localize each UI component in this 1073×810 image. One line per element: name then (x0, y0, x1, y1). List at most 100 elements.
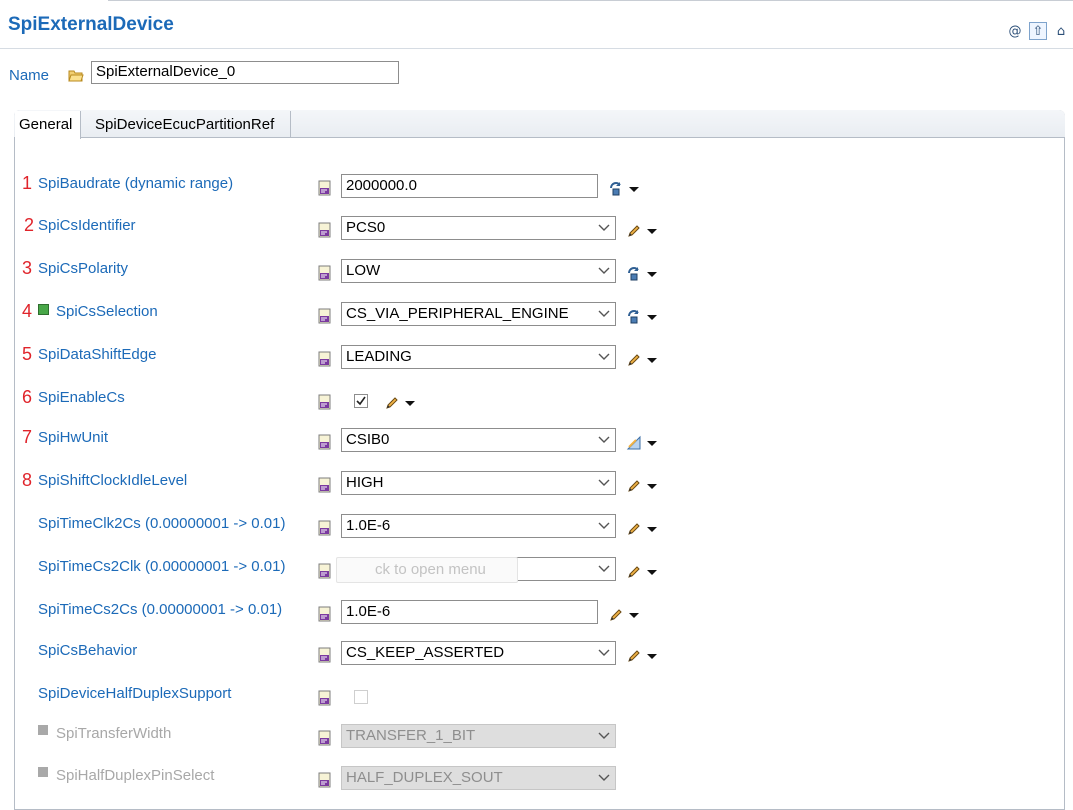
ruler-icon[interactable] (626, 435, 642, 451)
chevron-down-icon (598, 224, 610, 231)
home-icon[interactable]: ⌂ (1053, 23, 1069, 39)
row-actions[interactable] (626, 648, 657, 664)
param-label: SpiHalfDuplexPinSelect (56, 767, 215, 784)
chevron-down-icon (598, 774, 610, 781)
param-label: SpiBaudrate (dynamic range) (38, 175, 234, 192)
dropdown-arrow-icon[interactable] (647, 526, 657, 532)
chevron-down-icon (598, 732, 610, 739)
row-actions[interactable] (626, 352, 657, 368)
value-text: 1.0E-6 (346, 517, 391, 534)
half-duplex-checkbox[interactable] (354, 690, 368, 704)
parameter-type-icon (318, 520, 331, 536)
value-combo[interactable]: CS_KEEP_ASSERTED (341, 641, 616, 665)
parameter-type-icon (318, 606, 331, 622)
general-panel (14, 110, 1065, 810)
value-combo: HALF_DUPLEX_SOUT (341, 766, 616, 790)
value-input[interactable]: 2000000.0 (341, 174, 598, 198)
value-text: 2000000.0 (346, 177, 417, 194)
check-mark-icon (356, 396, 366, 406)
dropdown-arrow-icon[interactable] (647, 483, 657, 489)
pencil-icon[interactable] (626, 223, 642, 239)
row-actions[interactable] (626, 223, 657, 239)
value-combo[interactable]: CSIB0 (341, 428, 616, 452)
parameter-type-icon (318, 772, 331, 788)
dropdown-arrow-icon[interactable] (647, 228, 657, 234)
value-combo[interactable]: LEADING (341, 345, 616, 369)
value-text: CSIB0 (346, 431, 390, 448)
up-arrow-icon[interactable]: ⇧ (1029, 22, 1047, 40)
enable-checkbox[interactable] (354, 394, 368, 408)
value-combo[interactable]: 1.0E-6 (341, 514, 616, 538)
value-combo[interactable]: CS_VIA_PERIPHERAL_ENGINE (341, 302, 616, 326)
parameter-type-icon (318, 477, 331, 493)
tab-spi-device-ecuc-partition-ref[interactable]: SpiDeviceEcucPartitionRef (91, 111, 291, 138)
pencil-icon[interactable] (626, 521, 642, 537)
row-number: 1 (22, 173, 33, 193)
row-number: 8 (22, 470, 33, 490)
value-text: LEADING (346, 348, 412, 365)
calc-icon[interactable] (626, 266, 642, 282)
param-label: SpiShiftClockIdleLevel (38, 472, 188, 489)
param-label: SpiTimeClk2Cs (0.00000001 -> 0.01) (38, 515, 286, 532)
chevron-down-icon (598, 353, 610, 360)
parameter-type-icon (318, 730, 331, 746)
pencil-icon[interactable] (626, 352, 642, 368)
parameter-type-icon (318, 563, 331, 579)
name-label: Name (9, 67, 50, 84)
pencil-icon[interactable] (626, 564, 642, 580)
param-label: SpiEnableCs (38, 389, 125, 406)
row-number: 5 (22, 344, 33, 364)
dropdown-arrow-icon[interactable] (647, 314, 657, 320)
dropdown-arrow-icon[interactable] (647, 440, 657, 446)
parameter-type-icon (318, 308, 331, 324)
row-actions[interactable] (608, 607, 639, 623)
row-number: 4 (22, 301, 33, 321)
dropdown-arrow-icon[interactable] (647, 653, 657, 659)
dropdown-arrow-icon[interactable] (647, 357, 657, 363)
value-text: 1.0E-6 (346, 603, 391, 620)
row-actions[interactable] (608, 181, 639, 197)
param-label: SpiDeviceHalfDuplexSupport (38, 685, 232, 702)
dropdown-arrow-icon[interactable] (629, 612, 639, 618)
name-input[interactable]: SpiExternalDevice_0 (91, 61, 399, 84)
row-actions[interactable] (384, 395, 415, 411)
value-combo[interactable]: PCS0 (341, 216, 616, 240)
top-border-line (108, 0, 1073, 1)
param-label: SpiCsPolarity (38, 260, 129, 277)
value-text: PCS0 (346, 219, 386, 236)
param-label: SpiTransferWidth (56, 725, 172, 742)
row-actions[interactable] (626, 564, 657, 580)
tab-general[interactable]: General (15, 111, 81, 139)
dropdown-arrow-icon[interactable] (629, 186, 639, 192)
pencil-icon[interactable] (626, 648, 642, 664)
row-actions[interactable] (626, 478, 657, 494)
dropdown-arrow-icon[interactable] (647, 271, 657, 277)
row-actions[interactable] (626, 309, 657, 325)
row-actions[interactable] (626, 266, 657, 282)
chevron-down-icon (598, 522, 610, 529)
chevron-down-icon (598, 479, 610, 486)
pencil-icon[interactable] (608, 607, 624, 623)
value-text: HALF_DUPLEX_SOUT (346, 769, 503, 786)
dropdown-arrow-icon[interactable] (405, 400, 415, 406)
param-label: SpiHwUnit (38, 429, 109, 446)
parameter-type-icon (318, 180, 331, 196)
calc-icon[interactable] (626, 309, 642, 325)
value-combo[interactable]: LOW (341, 259, 616, 283)
chevron-down-icon (598, 436, 610, 443)
row-actions[interactable] (626, 521, 657, 537)
pencil-icon[interactable] (384, 395, 400, 411)
value-combo[interactable]: HIGH (341, 471, 616, 495)
parameter-type-icon (318, 265, 331, 281)
at-sign-icon[interactable]: @ (1007, 23, 1023, 39)
calc-icon[interactable] (608, 181, 624, 197)
chevron-down-icon (598, 310, 610, 317)
param-label: SpiCsIdentifier (38, 217, 136, 234)
selection-marker-icon (38, 304, 49, 315)
dropdown-arrow-icon[interactable] (647, 569, 657, 575)
row-actions[interactable] (626, 435, 657, 451)
parameter-type-icon (318, 222, 331, 238)
pencil-icon[interactable] (626, 478, 642, 494)
parameter-type-icon (318, 647, 331, 663)
value-input[interactable]: 1.0E-6 (341, 600, 598, 624)
